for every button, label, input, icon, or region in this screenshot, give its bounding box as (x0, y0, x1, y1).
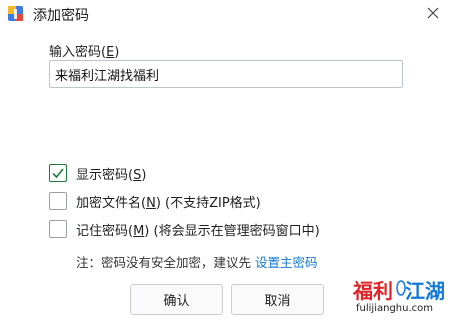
cancel-button[interactable]: 取消 (231, 284, 324, 315)
window-title: 添加密码 (33, 8, 89, 24)
close-icon (427, 7, 439, 19)
confirm-button[interactable]: 确认 (130, 284, 223, 315)
encrypt-filenames-option[interactable]: 加密文件名(N) (不支持ZIP格式) (49, 190, 261, 212)
security-note: 注：密码没有安全加密，建议先 设置主密码 (76, 255, 318, 270)
title-bar: 添加密码 (0, 0, 453, 27)
watermark-url: fulijianghu.com (356, 303, 433, 314)
svg-text:江湖: 江湖 (405, 279, 445, 303)
show-password-checkbox[interactable] (49, 164, 67, 182)
set-master-password-link[interactable]: 设置主密码 (255, 255, 318, 270)
password-input[interactable] (49, 60, 403, 88)
checkmark-icon (52, 168, 64, 179)
password-label: 输入密码(E) (49, 45, 120, 60)
remember-password-label: 记住密码(M) (将会显示在管理密码窗口中) (76, 223, 320, 239)
remember-password-checkbox[interactable] (49, 220, 67, 238)
encrypt-filenames-label: 加密文件名(N) (不支持ZIP格式) (76, 195, 261, 211)
encrypt-filenames-checkbox[interactable] (49, 192, 67, 210)
show-password-option[interactable]: 显示密码(S) (49, 162, 146, 184)
remember-password-option[interactable]: 记住密码(M) (将会显示在管理密码窗口中) (49, 218, 320, 240)
svg-text:福利: 福利 (352, 279, 393, 303)
close-button[interactable] (418, 0, 448, 26)
show-password-label: 显示密码(S) (76, 167, 147, 183)
archive-app-icon (8, 6, 23, 21)
